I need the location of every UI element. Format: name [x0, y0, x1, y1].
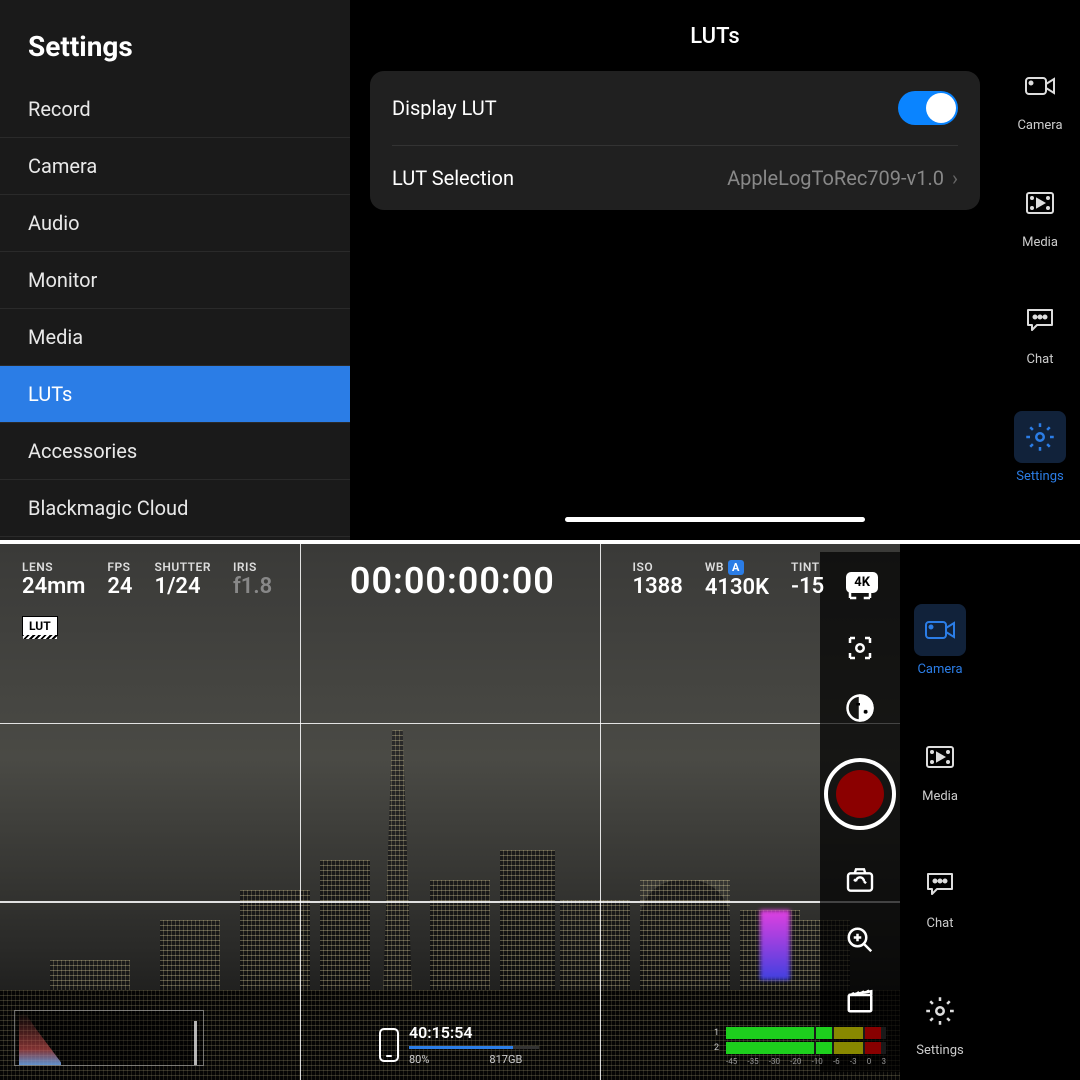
exposure-icon[interactable] — [842, 690, 878, 726]
sidebar-item-camera[interactable]: Camera — [0, 138, 350, 195]
sidebar-item-record[interactable]: Record — [0, 81, 350, 138]
nav-media[interactable]: Media — [914, 731, 966, 804]
shutter-block[interactable]: SHUTTER 1/24 — [155, 560, 211, 599]
focus-icon[interactable] — [842, 630, 878, 666]
chevron-right-icon: › — [952, 166, 958, 190]
settings-title: Settings — [0, 20, 350, 81]
wb-block[interactable]: WBA 4130K — [705, 560, 769, 600]
record-button[interactable] — [824, 758, 896, 830]
nav-chat[interactable]: Chat — [914, 858, 966, 931]
scene-preview — [0, 544, 900, 1080]
sidebar-item-audio[interactable]: Audio — [0, 195, 350, 252]
tool-column — [820, 552, 900, 1072]
chat-icon — [914, 858, 966, 910]
luts-panel: LUTs Display LUT LUT Selection AppleLogT… — [350, 0, 1080, 540]
iris-block[interactable]: IRIS f1.8 — [233, 560, 272, 599]
settings-icon — [1014, 411, 1066, 463]
nav-chat[interactable]: Chat — [1014, 294, 1066, 367]
luts-card: Display LUT LUT Selection AppleLogToRec7… — [370, 71, 980, 210]
sidebar-item-media[interactable]: Media — [0, 309, 350, 366]
camera-icon — [914, 604, 966, 656]
nav-settings[interactable]: Settings — [914, 985, 966, 1058]
lut-selection-row[interactable]: LUT Selection AppleLogToRec709-v1.0 › — [392, 146, 958, 210]
home-indicator[interactable] — [565, 517, 865, 522]
right-nav-bottom: Camera Media Chat Settings — [900, 544, 980, 1080]
nav-camera[interactable]: Camera — [914, 604, 966, 677]
nav-settings[interactable]: Settings — [1014, 411, 1066, 484]
switch-camera-icon[interactable] — [842, 862, 878, 898]
media-icon — [1014, 177, 1066, 229]
phone-icon — [379, 1028, 399, 1062]
resolution-badge[interactable]: 4K — [846, 572, 878, 593]
viewfinder[interactable]: LENS 24mm FPS 24 SHUTTER 1/24 IRIS f1.8 … — [0, 544, 900, 1080]
display-lut-toggle[interactable] — [898, 91, 958, 125]
sidebar-item-blackmagic-cloud[interactable]: Blackmagic Cloud — [0, 480, 350, 537]
wb-auto-badge: A — [728, 560, 744, 575]
display-lut-row: Display LUT — [392, 71, 958, 146]
nav-media[interactable]: Media — [1014, 177, 1066, 250]
media-icon — [914, 731, 966, 783]
storage-indicator[interactable]: 40:15:54 80% 817GB — [379, 1023, 539, 1066]
lut-selection-value: AppleLogToRec709-v1.0 — [727, 166, 944, 190]
settings-sidebar: Settings RecordCameraAudioMonitorMediaLU… — [0, 0, 350, 540]
panel-title: LUTs — [370, 0, 1060, 71]
nav-camera[interactable]: Camera — [1014, 60, 1066, 133]
sidebar-item-monitor[interactable]: Monitor — [0, 252, 350, 309]
chat-icon — [1014, 294, 1066, 346]
tint-block[interactable]: TINT -15 — [791, 560, 824, 599]
sidebar-item-accessories[interactable]: Accessories — [0, 423, 350, 480]
settings-icon — [914, 985, 966, 1037]
histogram[interactable] — [14, 1010, 204, 1066]
fps-block[interactable]: FPS 24 — [107, 560, 132, 599]
display-lut-label: Display LUT — [392, 96, 497, 120]
camera-icon — [1014, 60, 1066, 112]
timecode[interactable]: 00:00:00:00 — [294, 560, 610, 602]
iso-block[interactable]: ISO 1388 — [633, 560, 683, 599]
info-bar: LENS 24mm FPS 24 SHUTTER 1/24 IRIS f1.8 … — [0, 544, 900, 618]
lens-block[interactable]: LENS 24mm — [22, 560, 85, 599]
right-nav-top: Camera Media Chat Settings — [1000, 0, 1080, 540]
sidebar-item-luts[interactable]: LUTs — [0, 366, 350, 423]
audio-meters[interactable]: 1 2 -45-35-30-20-10-6-303 — [714, 1027, 886, 1066]
zoom-icon[interactable] — [842, 922, 878, 958]
lut-badge[interactable]: LUT — [22, 616, 58, 636]
lut-selection-label: LUT Selection — [392, 166, 514, 190]
